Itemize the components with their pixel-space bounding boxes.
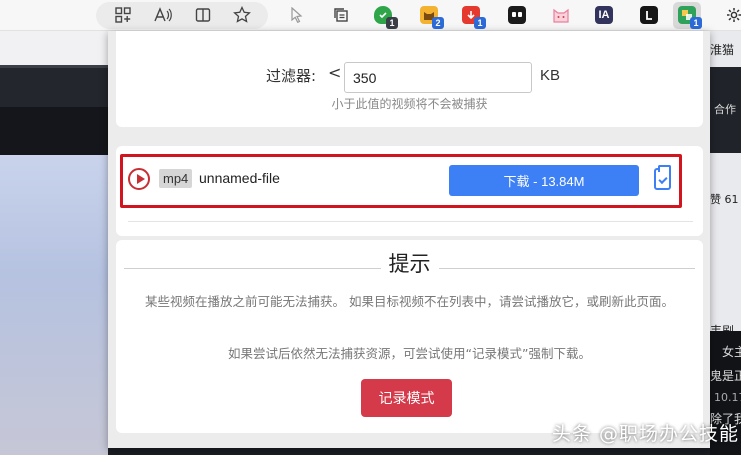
ia-extension-label: IA — [598, 9, 610, 21]
browser-toolbar: 1 2 1 IA 1 — [0, 0, 741, 31]
download-button[interactable]: 下载 - 13.84M — [449, 165, 639, 196]
filter-label: 过滤器: — [266, 67, 317, 85]
video-downloader-badge: 1 — [690, 17, 702, 29]
collections-icon[interactable] — [330, 4, 352, 26]
filter-card: 过滤器: < KB 小于此值的视频将不会被捕获 — [116, 31, 703, 127]
cat-extension-badge: 2 — [432, 17, 444, 29]
reader-view-icon[interactable] — [192, 4, 214, 26]
favorite-star-icon[interactable] — [231, 4, 253, 26]
cat-extension-icon[interactable]: 2 — [420, 6, 444, 29]
cursor-icon[interactable] — [286, 4, 308, 26]
background-page-left — [0, 31, 108, 455]
red-extension-icon[interactable]: 1 — [462, 6, 486, 29]
filter-size-input[interactable] — [344, 62, 532, 93]
bg-text-gui: 鬼是正 — [710, 369, 741, 383]
red-extension-badge: 1 — [474, 17, 486, 29]
video-downloader-extension-icon[interactable]: 1 — [678, 6, 702, 29]
filter-hint: 小于此值的视频将不会被捕获 — [331, 97, 488, 111]
background-header-strip — [0, 31, 108, 65]
pink-cat-extension-icon[interactable] — [552, 6, 570, 24]
background-video-thumbnail — [0, 155, 108, 455]
background-right-dark-block: 合作 — [710, 67, 741, 153]
play-icon[interactable] — [128, 168, 150, 190]
video-downloader-popup: 过滤器: < KB 小于此值的视频将不会被捕获 mp4 unnamed-file… — [108, 31, 710, 448]
tips-title-wrap: 提示 — [116, 248, 703, 278]
ia-extension-icon[interactable]: IA — [595, 6, 613, 24]
tips-title: 提示 — [380, 252, 439, 276]
tips-card: 提示 某些视频在播放之前可能无法捕获。 如果目标视频不在列表中，请尝试播放它，或… — [116, 240, 703, 433]
settings-gear-icon[interactable] — [723, 4, 741, 26]
file-row: mp4 unnamed-file 下载 - 13.84M — [120, 154, 682, 208]
filter-chevron-icon: < — [328, 63, 342, 82]
format-tag: mp4 — [159, 169, 193, 188]
bg-text-nv: 女主 — [722, 345, 741, 359]
l-extension-icon[interactable] — [640, 6, 658, 24]
clipboard-copy-icon[interactable] — [654, 165, 671, 190]
bg-text-hezuo: 合作 — [714, 103, 736, 116]
file-card: mp4 unnamed-file 下载 - 13.84M — [116, 146, 703, 236]
background-dark-strip — [0, 107, 108, 155]
mask-extension-icon[interactable] — [508, 6, 526, 24]
background-page-right: 淮猫 合作 赞 61 韦剧 女主 鬼是正 10.17 除了我 — [710, 31, 741, 455]
file-name: unnamed-file — [199, 170, 280, 186]
bg-text-maomao: 淮猫 — [710, 43, 735, 57]
tips-text-2: 如果尝试后依然无法捕获资源，可尝试使用“记录模式”强制下载。 — [228, 346, 591, 361]
bg-text-date: 10.17 — [714, 391, 741, 404]
shield-extension-icon[interactable]: 1 — [374, 6, 398, 29]
background-nav-strip — [0, 65, 108, 107]
tips-text-1: 某些视频在播放之前可能无法捕获。 如果目标视频不在列表中，请尝试播放它，或刷新此… — [145, 294, 674, 309]
file-divider — [128, 221, 693, 222]
watermark: 头条 @职场办公技能 — [552, 423, 740, 445]
apps-icon[interactable] — [112, 4, 134, 26]
filter-unit: KB — [540, 67, 561, 84]
bg-text-zan: 赞 61 — [710, 193, 739, 206]
shield-extension-badge: 1 — [386, 17, 398, 29]
record-mode-button[interactable]: 记录模式 — [361, 379, 452, 417]
read-aloud-icon[interactable] — [152, 4, 174, 26]
